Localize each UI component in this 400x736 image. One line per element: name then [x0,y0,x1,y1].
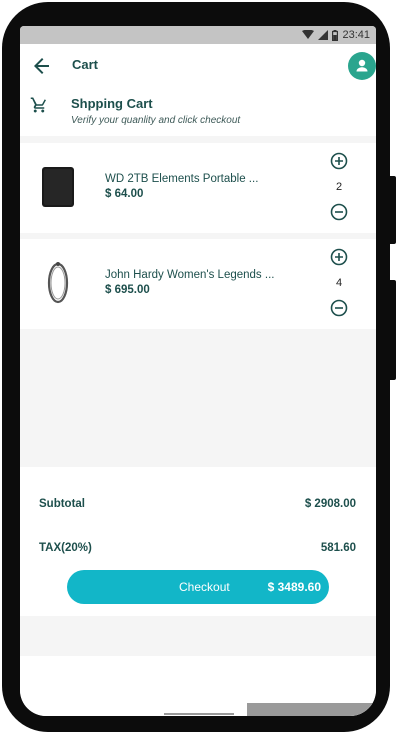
subtotal-value: $ 2908.00 [304,498,356,510]
battery-icon [332,29,339,41]
cart-item: WD 2TB Elements Portable ... $ 64.00 2 [20,143,376,233]
item-price: $ 695.00 [105,284,150,296]
cart-item: John Hardy Women's Legends ... $ 695.00 … [20,239,376,329]
back-arrow-icon[interactable] [30,54,54,78]
app-bar: Cart [20,44,376,88]
tax-value: 581.60 [320,542,356,554]
status-icons: 23:41 [302,27,370,43]
power-button [388,280,396,380]
signal-icon [318,30,329,40]
cart-title: Shpping Cart [71,96,153,111]
cart-subtitle: Verify your quanlity and click checkout [71,115,241,126]
checkout-total: $ 3489.60 [267,580,321,594]
screen: 23:41 Cart Shpping Cart Verify your quan… [20,26,376,716]
app-bar-title: Cart [72,57,99,72]
increase-quantity-icon[interactable] [329,247,349,267]
checkout-button[interactable]: Checkout $ 3489.60 [67,570,329,604]
avatar[interactable] [348,52,376,80]
decrease-quantity-icon[interactable] [329,202,349,222]
item-quantity: 2 [335,181,343,193]
nav-bar-strip [247,703,376,716]
status-time: 23:41 [342,29,370,41]
item-quantity: 4 [335,277,343,289]
person-icon [356,59,368,72]
checkout-label: Checkout [179,580,230,594]
item-price: $ 64.00 [105,188,144,200]
navigation-bar [20,656,376,716]
subtotal-label: Subtotal [39,498,85,510]
home-indicator[interactable] [164,713,234,715]
item-name: WD 2TB Elements Portable ... [105,173,259,185]
decrease-quantity-icon[interactable] [329,298,349,318]
tax-label: TAX(20%) [39,542,92,554]
hard-drive-image [42,167,74,207]
order-summary: Subtotal $ 2908.00 TAX(20%) 581.60 Check… [20,467,376,616]
status-bar: 23:41 [20,26,376,44]
cart-header: Shpping Cart Verify your quanlity and cl… [20,88,376,136]
wifi-icon [302,30,315,39]
bracelet-image [47,262,69,304]
increase-quantity-icon[interactable] [329,151,349,171]
item-name: John Hardy Women's Legends ... [105,269,275,281]
volume-button [388,176,396,244]
shopping-cart-icon [30,97,46,113]
